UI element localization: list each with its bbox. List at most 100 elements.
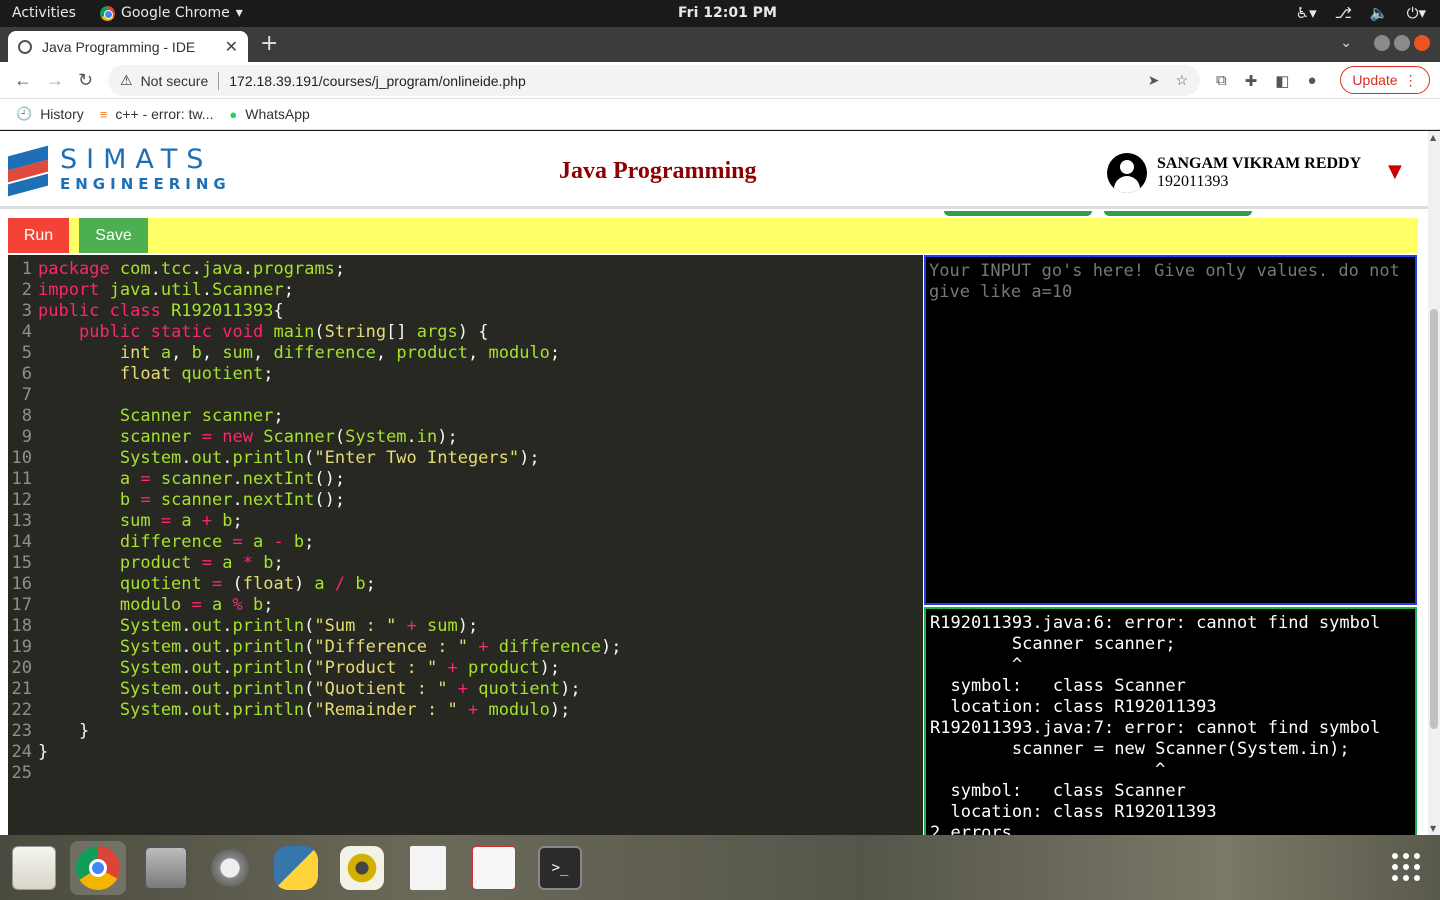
translate-icon[interactable]: ⧉ xyxy=(1216,72,1227,90)
line-number: 11 xyxy=(11,469,32,489)
warning-icon[interactable]: ⚠ xyxy=(120,72,133,89)
logo-mark-icon xyxy=(8,145,52,197)
tab-search-icon[interactable]: ⌄ xyxy=(1340,35,1352,51)
globe-icon xyxy=(18,39,32,54)
line-number: 6 xyxy=(21,364,32,384)
scrollbar-thumb[interactable] xyxy=(1430,309,1438,729)
close-icon[interactable]: ✕ xyxy=(225,37,238,57)
new-tab-button[interactable]: + xyxy=(260,31,278,56)
line-number: 21 xyxy=(11,679,32,699)
show-applications-icon[interactable] xyxy=(1392,853,1420,881)
app-name: Google Chrome xyxy=(121,5,230,21)
notepad-icon xyxy=(12,846,56,890)
line-number: 5 xyxy=(21,343,32,363)
forward-arrow-icon[interactable]: → xyxy=(46,70,64,91)
page-title: Java Programming xyxy=(559,158,757,184)
puzzle-icon[interactable]: ✚ xyxy=(1245,72,1258,90)
volume-icon[interactable]: 🔈 xyxy=(1370,4,1389,22)
maximize-button[interactable] xyxy=(1394,35,1410,51)
send-icon[interactable]: ➤ xyxy=(1148,72,1160,89)
chrome-launcher[interactable] xyxy=(70,841,126,895)
compiler-output: R192011393.java:6: error: cannot find sy… xyxy=(924,607,1417,835)
files-launcher[interactable] xyxy=(138,841,194,895)
clock[interactable]: Fri 12:01 PM xyxy=(678,5,777,21)
user-menu-caret-icon[interactable]: ▼ xyxy=(1388,161,1402,182)
security-label[interactable]: Not secure xyxy=(141,73,209,89)
media-launcher[interactable] xyxy=(334,841,390,895)
line-number: 20 xyxy=(11,658,32,678)
activities-button[interactable]: Activities xyxy=(12,5,76,21)
bookmark-stackoverflow[interactable]: ≡ c++ - error: tw... xyxy=(100,106,214,122)
run-button[interactable]: Run xyxy=(8,218,69,253)
user-info[interactable]: SANGAM VIKRAM REDDY 192011393 xyxy=(1107,153,1361,193)
stackoverflow-icon: ≡ xyxy=(99,106,108,122)
page-content: SIMATS ENGINEERING Java Programming SANG… xyxy=(0,131,1440,835)
document-launcher[interactable] xyxy=(400,841,456,895)
line-number: 15 xyxy=(11,553,32,573)
line-number: 13 xyxy=(11,511,32,531)
system-tray[interactable]: ♿▾ ⎇ 🔈 ⏻▾ xyxy=(1296,4,1426,22)
speaker-icon xyxy=(340,846,384,890)
logo-text-top: SIMATS xyxy=(60,144,213,175)
accessibility-icon[interactable]: ♿▾ xyxy=(1296,4,1317,22)
star-icon[interactable]: ☆ xyxy=(1175,72,1188,89)
url-text[interactable]: 172.18.39.191/courses/j_program/onlineid… xyxy=(229,73,1147,89)
user-id: 192011393 xyxy=(1157,173,1229,190)
update-button[interactable]: Update ⋮ xyxy=(1340,66,1430,94)
acrobat-icon xyxy=(472,846,516,890)
line-number: 4 xyxy=(21,322,32,342)
blank-document-icon xyxy=(410,846,446,890)
tab-strip: Java Programming - IDE ✕ + ⌄ xyxy=(0,27,1440,62)
file-cabinet-icon xyxy=(144,846,188,890)
app-menu[interactable]: Google Chrome ▾ xyxy=(100,5,243,21)
text-editor-launcher[interactable] xyxy=(6,841,62,895)
python-launcher[interactable] xyxy=(268,841,324,895)
line-number: 14 xyxy=(11,532,32,552)
back-arrow-icon[interactable]: ← xyxy=(14,70,32,91)
python-icon xyxy=(274,846,318,890)
action-bar: Run Save xyxy=(8,218,1418,253)
power-icon[interactable]: ⏻▾ xyxy=(1407,4,1426,22)
pdf-launcher[interactable] xyxy=(466,841,522,895)
history-icon: 🕘 xyxy=(16,106,33,121)
update-label: Update xyxy=(1352,72,1398,88)
chevron-down-icon: ▾ xyxy=(235,5,243,21)
terminal-launcher[interactable]: >_ xyxy=(532,841,588,895)
line-number: 9 xyxy=(21,427,32,447)
line-number: 10 xyxy=(11,448,32,468)
reload-icon[interactable]: ↻ xyxy=(78,70,93,91)
line-number: 12 xyxy=(11,490,32,510)
line-number: 17 xyxy=(11,595,32,615)
bookmarks-bar: 🕘 History ≡ c++ - error: tw... ● WhatsAp… xyxy=(0,99,1440,130)
bookmark-label: History xyxy=(40,106,84,122)
sidepanel-icon[interactable]: ◧ xyxy=(1275,72,1289,90)
divider xyxy=(218,71,220,90)
logo-text-bottom: ENGINEERING xyxy=(60,175,231,193)
program-input-textarea[interactable]: Your INPUT go's here! Give only values. … xyxy=(924,255,1417,605)
settings-launcher[interactable] xyxy=(202,841,258,895)
minimize-button[interactable] xyxy=(1374,35,1390,51)
network-icon[interactable]: ⎇ xyxy=(1335,4,1352,22)
profile-icon[interactable]: ● xyxy=(1307,72,1316,90)
bookmark-whatsapp[interactable]: ● WhatsApp xyxy=(229,106,309,122)
site-header: SIMATS ENGINEERING Java Programming SANG… xyxy=(0,131,1428,209)
line-number: 1 xyxy=(21,259,32,279)
chrome-icon xyxy=(100,5,115,21)
save-button[interactable]: Save xyxy=(79,218,148,253)
more-vert-icon: ⋮ xyxy=(1403,71,1418,88)
tab-java-ide[interactable]: Java Programming - IDE ✕ xyxy=(8,31,248,62)
page-scrollbar[interactable]: ▲ ▼ xyxy=(1428,131,1440,835)
code-editor[interactable]: 1 package com.tcc.java.programs; 2 import … xyxy=(8,255,923,835)
close-window-button[interactable] xyxy=(1414,35,1430,51)
scroll-up-icon[interactable]: ▲ xyxy=(1430,133,1436,142)
bookmark-label: c++ - error: tw... xyxy=(115,106,214,122)
line-number: 23 xyxy=(11,721,32,741)
address-bar[interactable]: ⚠ Not secure 172.18.39.191/courses/j_pro… xyxy=(108,65,1200,96)
line-number: 2 xyxy=(21,280,32,300)
simats-logo[interactable]: SIMATS ENGINEERING xyxy=(8,145,231,197)
scroll-down-icon[interactable]: ▼ xyxy=(1430,824,1436,833)
avatar xyxy=(1107,153,1147,193)
bookmark-history[interactable]: 🕘 History xyxy=(16,106,84,122)
system-top-bar: Activities Google Chrome ▾ Fri 12:01 PM … xyxy=(0,0,1440,27)
line-number: 8 xyxy=(21,406,32,426)
